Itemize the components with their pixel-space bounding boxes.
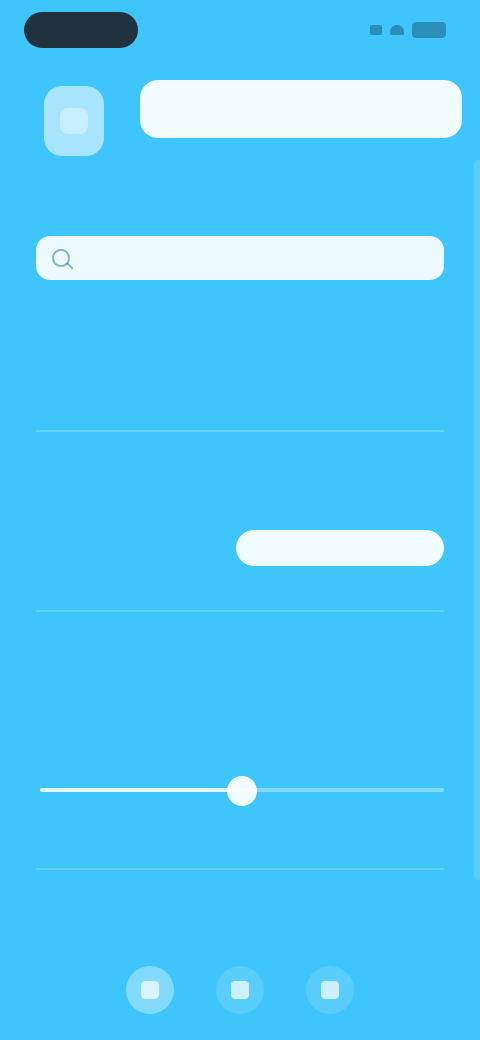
- app-icon[interactable]: [44, 86, 104, 156]
- menu-icon: [231, 981, 249, 999]
- divider: [36, 430, 444, 432]
- battery-icon: [412, 22, 446, 38]
- settings-row: [42, 520, 444, 576]
- page-title: [140, 80, 462, 138]
- profile-icon: [321, 981, 339, 999]
- slider-thumb[interactable]: [227, 776, 257, 806]
- search-bar[interactable]: [36, 236, 444, 280]
- divider: [36, 868, 444, 870]
- primary-button[interactable]: [236, 530, 444, 566]
- nav-home-button[interactable]: [126, 966, 174, 1014]
- home-icon: [141, 981, 159, 999]
- value-slider[interactable]: [40, 776, 444, 806]
- status-pill: [24, 12, 138, 48]
- slider-fill: [40, 788, 242, 792]
- status-bar: [0, 0, 480, 64]
- status-icons: [370, 22, 446, 38]
- nav-profile-button[interactable]: [306, 966, 354, 1014]
- search-input[interactable]: [80, 244, 428, 272]
- search-icon: [52, 249, 70, 267]
- scrollbar[interactable]: [474, 160, 480, 880]
- divider: [36, 610, 444, 612]
- bottom-nav: [0, 956, 480, 1026]
- nav-menu-button[interactable]: [216, 966, 264, 1014]
- wifi-icon: [390, 25, 404, 35]
- signal-icon: [370, 25, 382, 35]
- app-icon-glyph: [60, 108, 88, 134]
